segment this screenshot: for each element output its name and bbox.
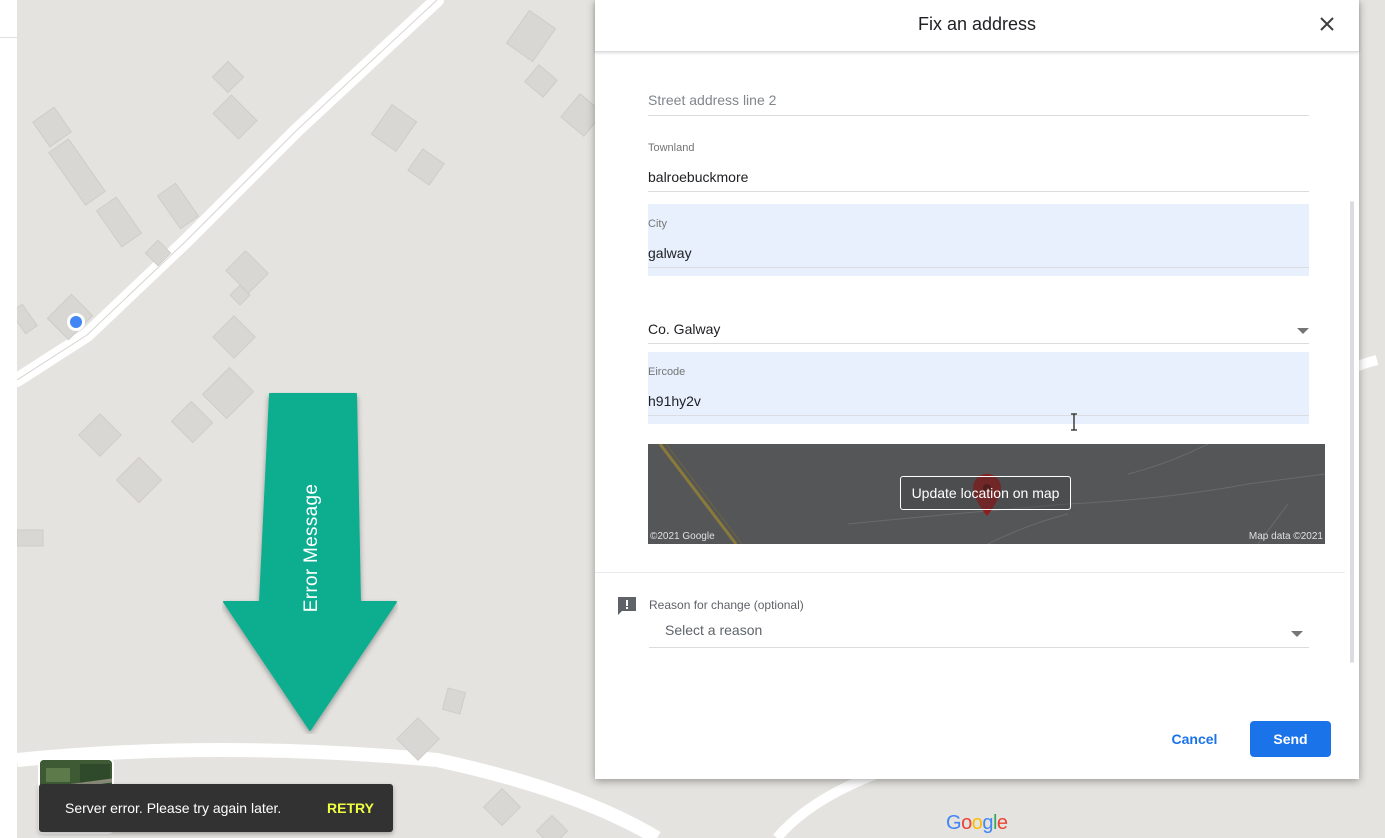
eircode-field[interactable]: Eircode h91hy2v — [648, 352, 1309, 416]
townland-label: Townland — [648, 142, 695, 154]
send-button[interactable]: Send — [1250, 721, 1331, 757]
eircode-value: h91hy2v — [648, 393, 701, 409]
update-location-button[interactable]: Update location on map — [900, 476, 1071, 510]
city-field-tail — [648, 268, 1309, 276]
chevron-down-icon — [1297, 328, 1309, 334]
map-data-credit: Map data ©2021 — [1248, 531, 1323, 542]
eircode-field-tail — [648, 416, 1309, 424]
eircode-label: Eircode — [648, 366, 686, 378]
county-value: Co. Galway — [648, 321, 721, 337]
snackbar-message: Server error. Please try again later. — [65, 800, 282, 816]
reason-select[interactable]: Select a reason — [649, 616, 1309, 648]
dialog-title: Fix an address — [917, 14, 1037, 34]
city-field[interactable]: City galway — [648, 204, 1309, 268]
dialog-scrollbar[interactable] — [1350, 201, 1354, 663]
chevron-down-icon — [1291, 631, 1303, 637]
close-icon — [1320, 17, 1334, 31]
map-copyright: ©2021 Google — [650, 531, 715, 542]
townland-field[interactable]: Townland balroebuckmore — [648, 138, 1309, 192]
panel-divider — [0, 37, 17, 38]
street-line2-field[interactable]: Street address line 2 — [648, 84, 1309, 116]
left-panel-edge — [0, 0, 18, 838]
arrow-label: Error Message — [301, 483, 322, 613]
close-button[interactable] — [1316, 13, 1338, 35]
location-mini-map[interactable]: Update location on map ©2021 Google Map … — [648, 444, 1325, 544]
section-divider — [595, 572, 1345, 573]
error-snackbar: Server error. Please try again later. RE… — [39, 784, 393, 832]
cancel-button[interactable]: Cancel — [1158, 721, 1231, 757]
fix-address-dialog: Fix an address Street address line 2 Tow… — [595, 0, 1359, 779]
reason-value: Select a reason — [665, 622, 763, 638]
text-cursor-icon — [1071, 413, 1077, 431]
city-label: City — [648, 218, 667, 230]
street-line2-placeholder: Street address line 2 — [648, 92, 777, 108]
reason-label: Reason for change (optional) — [649, 598, 804, 612]
feedback-icon — [618, 597, 636, 615]
townland-value: balroebuckmore — [648, 169, 749, 185]
google-logo: Google — [946, 812, 1008, 834]
retry-button[interactable]: RETRY — [327, 800, 374, 816]
county-select[interactable]: Co. Galway — [648, 310, 1309, 344]
city-value: galway — [648, 245, 692, 261]
dialog-header: Fix an address — [595, 0, 1359, 52]
